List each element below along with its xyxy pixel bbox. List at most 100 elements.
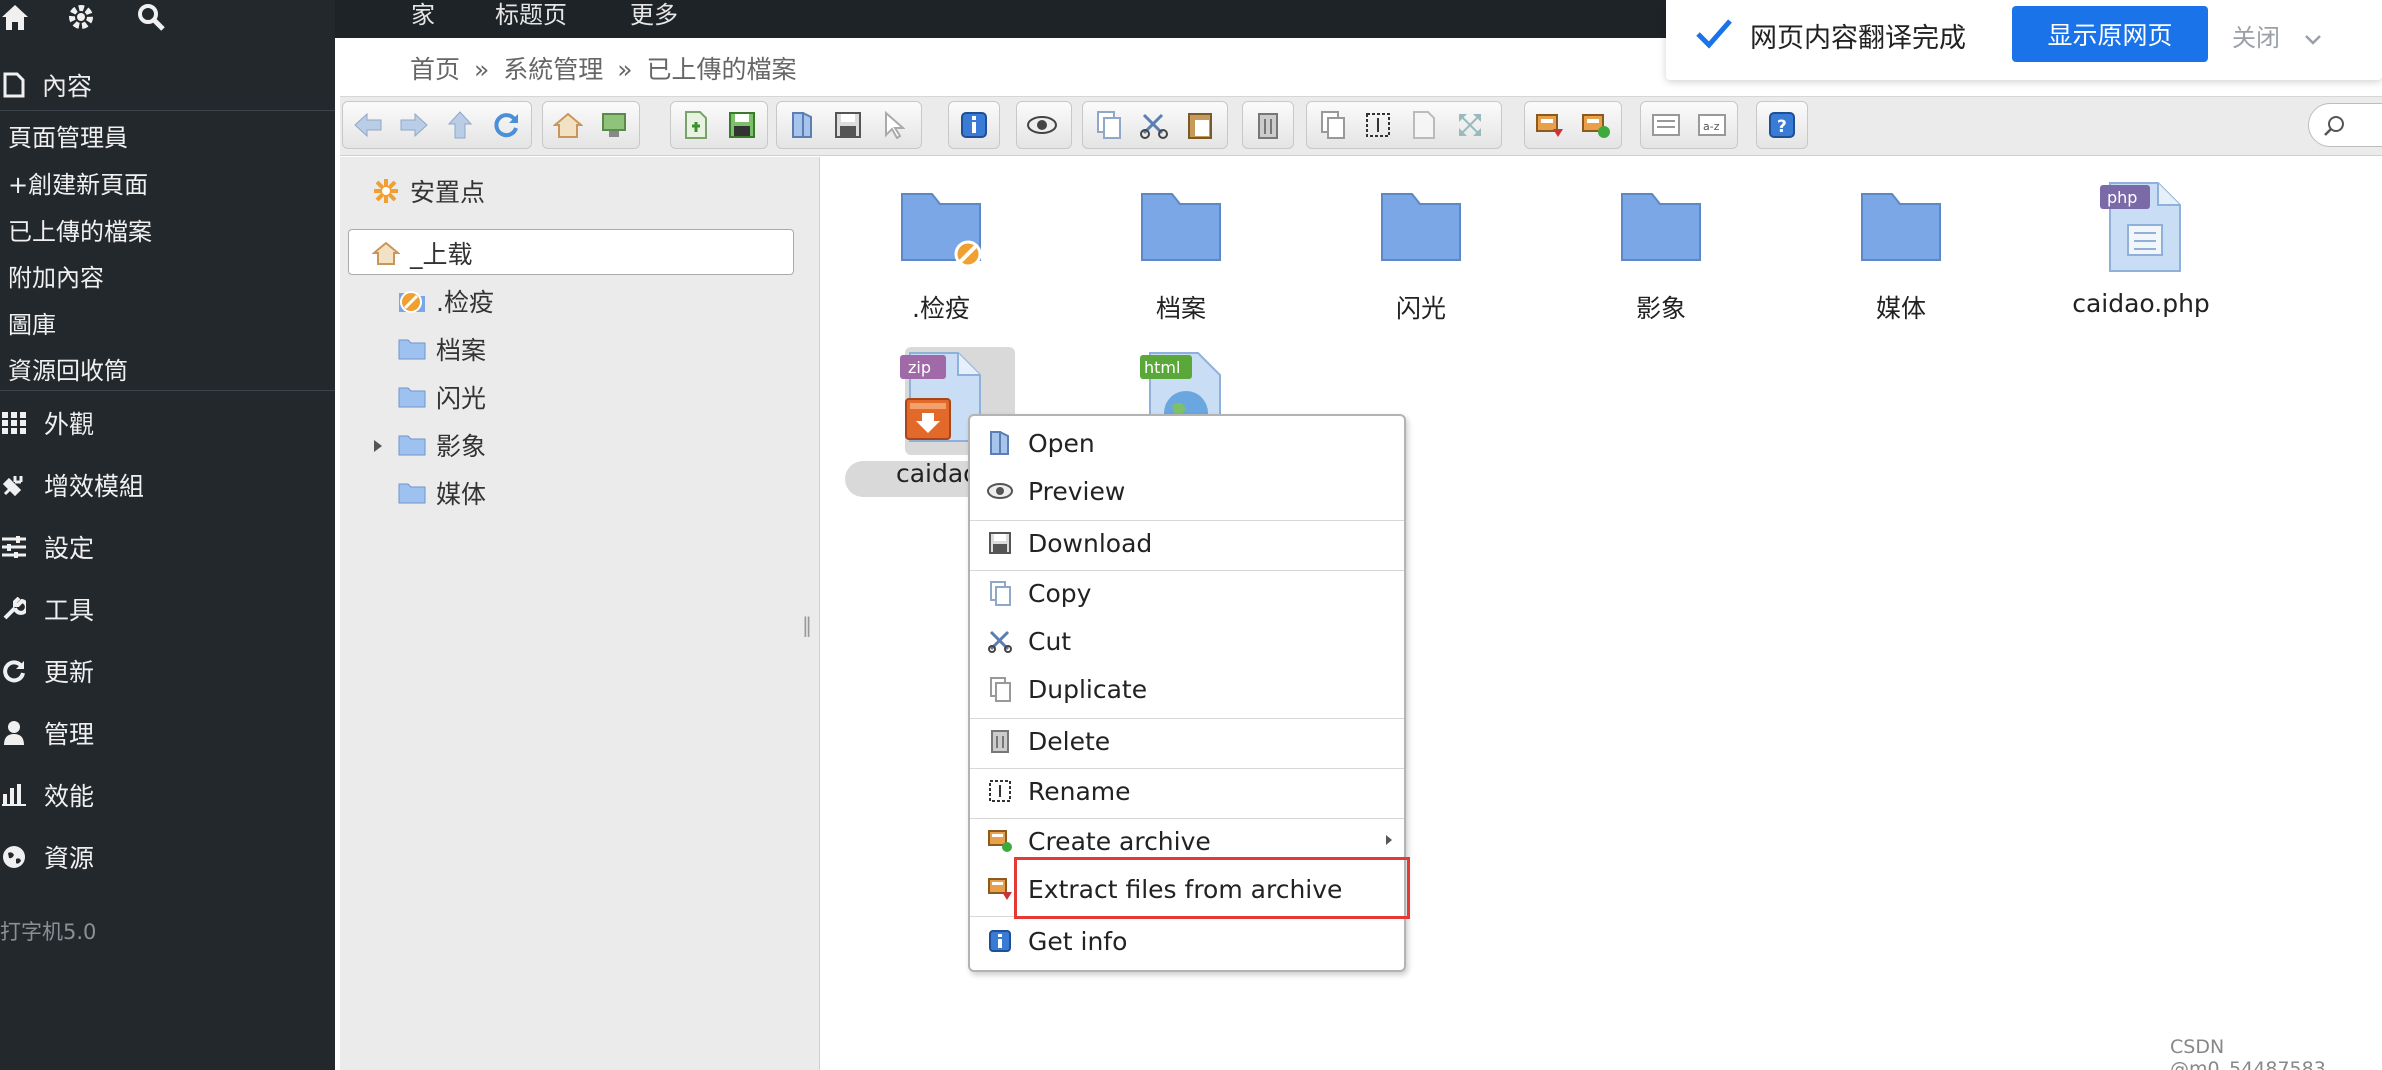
duplicate-icon[interactable]	[1311, 105, 1353, 145]
back-icon[interactable]	[347, 105, 389, 145]
tree-root[interactable]: 安置点	[370, 173, 485, 209]
tree-item-flash[interactable]: 闪光	[396, 379, 486, 415]
menu-item-get-info[interactable]: Get info	[970, 918, 1404, 964]
sidebar-item-resources[interactable]: 資源	[0, 839, 335, 875]
trash-icon	[986, 727, 1014, 755]
breadcrumb-separator: »	[473, 55, 490, 84]
sidebar-sub-item-trash[interactable]: 資源回收筒	[8, 351, 128, 386]
search-input[interactable]: ×	[2308, 103, 2382, 147]
gear-icon[interactable]	[66, 2, 98, 34]
menu-item-duplicate[interactable]: Duplicate	[970, 666, 1404, 712]
expand-arrow-icon[interactable]	[372, 431, 396, 460]
tree-item-quarantine[interactable]: .检疫	[396, 283, 494, 319]
up-icon[interactable]	[439, 105, 481, 145]
menu-item-preview[interactable]: Preview	[970, 468, 1404, 514]
breadcrumb-system[interactable]: 系統管理	[503, 55, 603, 84]
sidebar-item-manage[interactable]: 管理	[0, 715, 335, 751]
menu-item-cut[interactable]: Cut	[970, 618, 1404, 664]
close-label: 关闭	[2232, 24, 2280, 52]
breadcrumb-home[interactable]: 首页	[410, 55, 460, 84]
tree-item-images[interactable]: 影象	[372, 427, 486, 463]
sidebar-item-tools[interactable]: 工具	[0, 591, 335, 627]
watermark: CSDN @m0_54487583	[2170, 1036, 2326, 1070]
toolbar-group-file	[670, 101, 768, 149]
reload-icon[interactable]	[485, 105, 527, 145]
top-nav-more[interactable]: 更多	[630, 0, 678, 30]
paste-icon[interactable]	[1179, 105, 1221, 145]
tree-item-archives[interactable]: 档案	[396, 331, 486, 367]
menu-item-open[interactable]: Open	[970, 420, 1404, 466]
toolbar-group-help: ?	[1756, 101, 1808, 149]
list-view-icon[interactable]	[1645, 105, 1687, 145]
open-icon[interactable]	[675, 105, 717, 145]
download-icon[interactable]	[827, 105, 869, 145]
edit-file-icon[interactable]	[1403, 105, 1445, 145]
top-nav-title-page[interactable]: 标题页	[495, 0, 567, 30]
info-icon[interactable]	[953, 105, 995, 145]
file-item-images[interactable]: 影象	[1561, 177, 1761, 325]
save-icon[interactable]	[721, 105, 763, 145]
sort-icon[interactable]: a-z	[1691, 105, 1733, 145]
tree-item-media[interactable]: 媒体	[396, 475, 486, 511]
sidebar-item-performance[interactable]: 效能	[0, 777, 335, 813]
copy-icon[interactable]	[1087, 105, 1129, 145]
file-item-php[interactable]: php caidao.php	[2041, 177, 2241, 318]
search-icon[interactable]	[136, 2, 168, 34]
menu-item-copy[interactable]: Copy	[970, 570, 1404, 616]
file-item-archives[interactable]: 档案	[1081, 177, 1281, 325]
cursor-icon[interactable]	[873, 105, 915, 145]
help-icon[interactable]: ?	[1761, 105, 1803, 145]
sidebar-sub-item-attachments[interactable]: 附加內容	[8, 258, 104, 293]
home-folder-icon	[370, 239, 402, 267]
duplicate-icon	[986, 675, 1014, 703]
eye-icon[interactable]	[1021, 105, 1063, 145]
menu-item-download[interactable]: Download	[970, 520, 1404, 566]
show-original-button[interactable]: 显示原网页	[2012, 6, 2208, 62]
sidebar-item-label: 效能	[44, 782, 95, 811]
toolbar-group-clipboard	[1082, 101, 1228, 149]
sidebar-item-label: 外觀	[44, 410, 95, 439]
cut-icon[interactable]	[1133, 105, 1175, 145]
menu-item-delete[interactable]: Delete	[970, 718, 1404, 764]
toolbar-group-edit	[1306, 101, 1502, 149]
book-icon[interactable]	[781, 105, 823, 145]
grid-icon	[0, 409, 28, 437]
menu-item-label: Duplicate	[1028, 674, 1148, 704]
extract-archive-icon	[986, 875, 1014, 903]
sidebar-sub-item-pages[interactable]: 頁面管理員	[8, 118, 128, 153]
trash-icon[interactable]	[1247, 105, 1289, 145]
resize-icon[interactable]	[1449, 105, 1491, 145]
top-nav-home[interactable]: 家	[411, 0, 435, 30]
sidebar-sub-item-gallery[interactable]: 圖庫	[8, 305, 56, 340]
file-item-quarantine[interactable]: .检疫	[841, 177, 1041, 325]
breadcrumb: 首页 » 系統管理 » 已上傳的檔案	[410, 50, 802, 86]
tree-item-uploads[interactable]: _上载	[370, 235, 473, 271]
sidebar-sub-item-uploads[interactable]: 已上傳的檔案	[8, 212, 152, 247]
sidebar-section-content[interactable]: 內容	[0, 60, 335, 110]
home-icon[interactable]	[0, 2, 32, 34]
extract-icon[interactable]	[1529, 105, 1571, 145]
menu-item-rename[interactable]: Rename	[970, 768, 1404, 814]
close-translation-button[interactable]: 关闭	[2232, 18, 2322, 53]
file-name: caidao.php	[2072, 289, 2210, 318]
home-folder-icon[interactable]	[547, 105, 589, 145]
toolbar-group-delete	[1242, 101, 1294, 149]
file-name: .检疫	[912, 294, 970, 323]
sidebar-item-settings[interactable]: 設定	[0, 529, 335, 565]
file-item-flash[interactable]: 闪光	[1321, 177, 1521, 325]
copy-icon	[986, 579, 1014, 607]
file-item-media[interactable]: 媒体	[1801, 177, 2001, 325]
sidebar-item-plugins[interactable]: 增效模組	[0, 467, 335, 503]
resize-handle[interactable]: ‖	[802, 613, 812, 637]
sidebar-item-appearance[interactable]: 外觀	[0, 405, 335, 441]
sidebar-item-updates[interactable]: 更新	[0, 653, 335, 689]
folder-icon	[1366, 177, 1476, 277]
rename-icon[interactable]	[1357, 105, 1399, 145]
annotation-highlight-box	[1014, 857, 1410, 919]
netmount-icon[interactable]	[593, 105, 635, 145]
sidebar-item-label: 設定	[44, 534, 95, 563]
archive-icon[interactable]	[1575, 105, 1617, 145]
sidebar-item-label: 工具	[44, 596, 95, 625]
forward-icon[interactable]	[393, 105, 435, 145]
sidebar-sub-item-new-page[interactable]: +創建新頁面	[8, 165, 148, 200]
